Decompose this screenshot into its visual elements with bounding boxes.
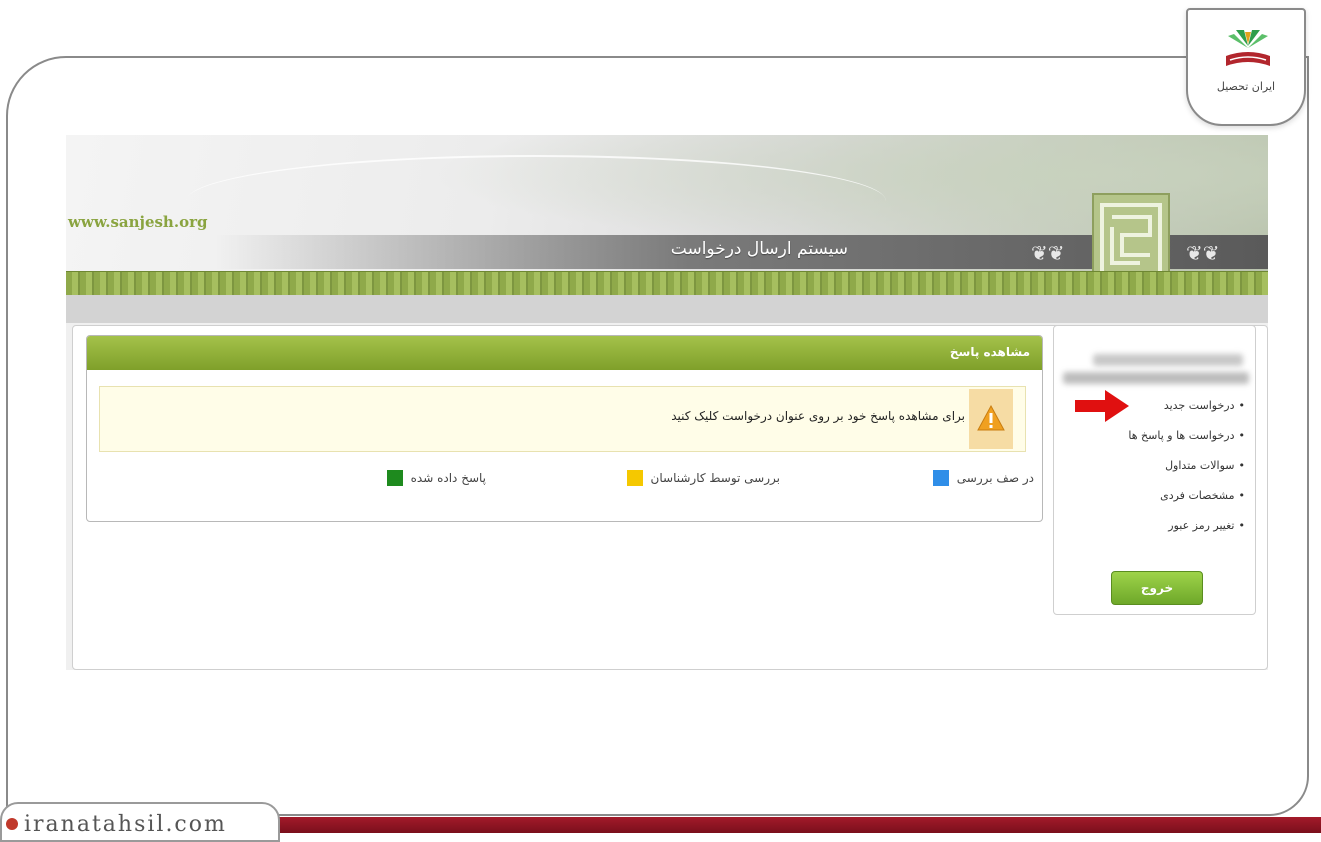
legend-label: در صف بررسی <box>956 471 1034 485</box>
bullet-icon: • <box>1238 489 1246 502</box>
notice-box: برای مشاهده پاسخ خود بر روی عنوان درخواس… <box>99 386 1026 452</box>
watermark-dot-icon <box>6 818 18 830</box>
response-panel: مشاهده پاسخ برای مشاهده پاسخ خود بر روی … <box>86 335 1043 522</box>
legend-item-answered: پاسخ داده شده <box>386 470 486 486</box>
bullet-icon: • <box>1238 429 1246 442</box>
legend-swatch-green <box>386 470 403 486</box>
warning-icon <box>977 405 1005 431</box>
notice-icon-wrap <box>969 389 1013 449</box>
bullet-icon: • <box>1238 399 1246 412</box>
banner-url[interactable]: www.sanjesh.org <box>68 213 207 231</box>
banner: www.sanjesh.org سیستم ارسال درخواست ❦❦ ❦… <box>66 135 1268 295</box>
sidebar-item-faq[interactable]: •سوالات متداول <box>1128 460 1245 490</box>
red-arrow-icon <box>1075 390 1129 422</box>
brand-logo-icon <box>1226 30 1270 66</box>
sidebar-item-label: تغییر رمز عبور <box>1168 519 1235 532</box>
sidebar-item-label: مشخصات فردی <box>1160 489 1235 502</box>
legend-label: پاسخ داده شده <box>410 471 486 485</box>
legend-label: بررسی توسط کارشناسان <box>650 471 780 485</box>
banner-swoosh <box>186 155 886 247</box>
ornament-right-icon: ❦❦ <box>1186 241 1220 265</box>
sidebar-item-label: سوالات متداول <box>1165 459 1235 472</box>
legend-swatch-yellow <box>626 470 643 486</box>
bullet-icon: • <box>1238 459 1246 472</box>
user-name-blurred <box>1093 354 1243 366</box>
bullet-icon: • <box>1238 519 1246 532</box>
legend-item-under-review: بررسی توسط کارشناسان <box>626 470 780 486</box>
sidebar-item-change-password[interactable]: •تغییر رمز عبور <box>1128 520 1245 550</box>
sidebar: •درخواست جدید •درخواست ها و پاسخ ها •سوا… <box>1053 325 1256 615</box>
brand-badge: ایران تحصیل <box>1186 8 1306 126</box>
notice-text: برای مشاهده پاسخ خود بر روی عنوان درخواس… <box>671 409 965 423</box>
sidebar-item-personal-info[interactable]: •مشخصات فردی <box>1128 490 1245 520</box>
site-title: سیستم ارسال درخواست <box>670 239 848 259</box>
pattern-strip <box>66 271 1268 295</box>
bottom-bar <box>250 817 1321 833</box>
user-id-blurred <box>1063 372 1249 384</box>
nav-bar <box>66 295 1268 323</box>
brand-name: ایران تحصیل <box>1216 80 1276 93</box>
legend-swatch-blue <box>932 470 949 486</box>
sidebar-item-label: درخواست جدید <box>1163 399 1235 412</box>
sidebar-item-new-request[interactable]: •درخواست جدید <box>1128 400 1245 430</box>
watermark-tab: iranatahsil.com <box>0 802 280 842</box>
legend-item-in-queue: در صف بررسی <box>932 470 1034 486</box>
ornament-left-icon: ❦❦ <box>1031 241 1065 265</box>
panel-header: مشاهده پاسخ <box>87 336 1042 370</box>
sidebar-item-requests-and-answers[interactable]: •درخواست ها و پاسخ ها <box>1128 430 1245 460</box>
panel-title: مشاهده پاسخ <box>949 345 1030 359</box>
watermark-text: iranatahsil.com <box>24 812 227 837</box>
sanjesh-logo-icon <box>1100 203 1162 275</box>
logout-button[interactable]: خروج <box>1111 571 1203 605</box>
sidebar-item-label: درخواست ها و پاسخ ها <box>1128 429 1235 442</box>
sidebar-menu: •درخواست جدید •درخواست ها و پاسخ ها •سوا… <box>1128 400 1245 550</box>
